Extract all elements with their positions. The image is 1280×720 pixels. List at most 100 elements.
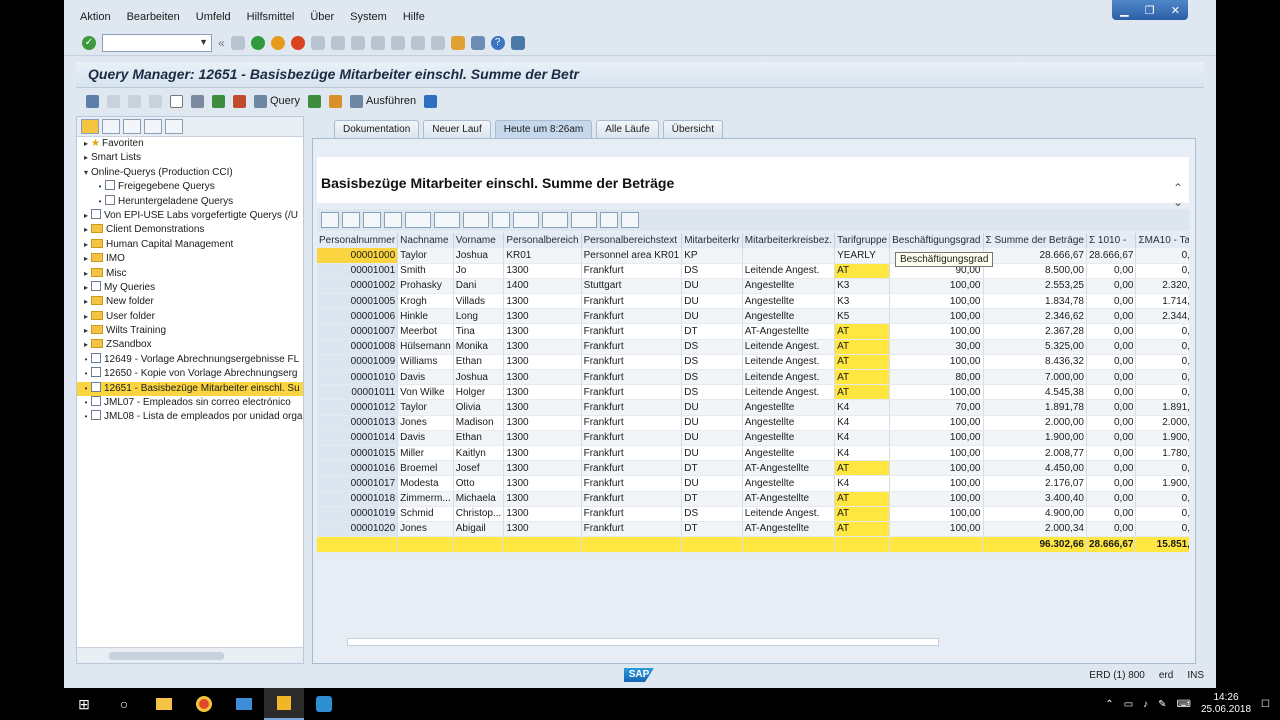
- table-cell[interactable]: AT-Angestellte: [742, 491, 836, 507]
- column-header[interactable]: Personalbereich: [503, 233, 582, 248]
- table-cell[interactable]: 1300: [503, 308, 582, 325]
- table-cell[interactable]: 0,00: [1086, 308, 1137, 325]
- pencil-icon[interactable]: [233, 94, 246, 108]
- table-cell[interactable]: 7.000,00: [983, 369, 1087, 386]
- tree-item[interactable]: • JML08 - Lista de empleados por unidad o…: [77, 410, 303, 424]
- column-header[interactable]: Nachname: [397, 233, 454, 248]
- table-cell[interactable]: 1.900,0: [1135, 430, 1189, 446]
- table-cell[interactable]: 8.436,32: [983, 354, 1087, 371]
- table-cell[interactable]: 2.367,28: [983, 323, 1087, 340]
- last-page-icon[interactable]: [430, 35, 445, 50]
- binoculars-next-icon[interactable]: [123, 119, 141, 134]
- table-cell[interactable]: 0,0: [1135, 384, 1189, 401]
- tree-item[interactable]: ▸ ★ Favoriten: [77, 137, 303, 151]
- tree-expand-icon[interactable]: ▸: [81, 310, 91, 324]
- table-cell[interactable]: DU: [681, 293, 743, 310]
- table-cell[interactable]: AT: [834, 506, 891, 522]
- table-row[interactable]: 00001012 Taylor Olivia 1300 Frankfurt DU Anges…: [317, 399, 1189, 416]
- table-cell[interactable]: 1300: [503, 323, 582, 340]
- table-cell[interactable]: Broemel: [397, 460, 454, 477]
- table-cell[interactable]: Angestellte: [742, 399, 836, 416]
- table-cell[interactable]: Davis: [397, 430, 454, 446]
- table-cell[interactable]: Long: [453, 308, 505, 325]
- edit-icon[interactable]: [212, 94, 225, 108]
- table-cell[interactable]: 1.891,7: [1135, 399, 1189, 416]
- menu-hilfsmittel[interactable]: Hilfsmittel: [239, 8, 303, 28]
- table-cell[interactable]: DS: [681, 339, 743, 355]
- table-cell[interactable]: 00001018: [317, 491, 399, 507]
- table-row[interactable]: 00001019 Schmid Christop... 1300 Frankfurt DS…: [317, 506, 1189, 522]
- table-row[interactable]: 00001001 Smith Jo 1300 Frankfurt DS Leitende A…: [317, 263, 1189, 279]
- layout-icon[interactable]: [510, 35, 525, 50]
- next-page-icon[interactable]: [410, 35, 425, 50]
- chevron-down-icon[interactable]: ▼: [199, 37, 208, 47]
- menu-aktion[interactable]: Aktion: [72, 8, 119, 28]
- table-cell[interactable]: Frankfurt: [581, 491, 683, 507]
- download-icon[interactable]: [128, 94, 141, 108]
- table-cell[interactable]: 4.545,38: [983, 384, 1087, 401]
- table-cell[interactable]: DU: [681, 278, 743, 295]
- table-cell[interactable]: 00001020: [317, 521, 399, 538]
- export-icon[interactable]: [542, 212, 568, 228]
- column-header[interactable]: Mitarbeiterkreisbez.: [742, 233, 836, 248]
- collapse-icon[interactable]: [165, 119, 183, 134]
- table-cell[interactable]: 0,00: [1086, 384, 1137, 401]
- tree-expand-icon[interactable]: ▸: [81, 267, 91, 281]
- table-cell[interactable]: Madison: [453, 415, 505, 431]
- menu-umfeld[interactable]: Umfeld: [188, 8, 239, 28]
- tree-item[interactable]: ▸ Client Demonstrations: [77, 223, 303, 237]
- sort-descending-icon[interactable]: [363, 212, 381, 228]
- info-icon[interactable]: [621, 212, 639, 228]
- table-cell[interactable]: Frankfurt: [581, 369, 683, 386]
- tree-expand-icon[interactable]: ▾: [81, 166, 91, 180]
- table-cell[interactable]: Angestellte: [742, 475, 836, 492]
- table-row[interactable]: 00001007 Meerbot Tina 1300 Frankfurt DT AT-Ang…: [317, 323, 1189, 340]
- tree-item[interactable]: • 12650 - Kopie von Vorlage Abrechnungser…: [77, 367, 303, 381]
- table-cell[interactable]: 0,00: [1086, 475, 1137, 492]
- table-cell[interactable]: 100,00: [889, 415, 984, 431]
- table-cell[interactable]: Frankfurt: [581, 460, 683, 477]
- find-next-icon[interactable]: [350, 35, 365, 50]
- table-cell[interactable]: K4: [834, 399, 891, 416]
- table-cell[interactable]: 1300: [503, 460, 582, 477]
- table-cell[interactable]: Williams: [397, 354, 454, 371]
- column-header[interactable]: Σ Summe der Beträge: [983, 233, 1087, 248]
- tree-expand-icon[interactable]: ▸: [81, 238, 91, 252]
- table-cell[interactable]: 1300: [503, 354, 582, 371]
- table-cell[interactable]: DS: [681, 384, 743, 401]
- table-cell[interactable]: Jones: [397, 521, 454, 538]
- table-cell[interactable]: Angestellte: [742, 278, 836, 295]
- table-cell[interactable]: AT: [834, 491, 891, 507]
- column-header[interactable]: Beschäftigungsgrad: [889, 233, 984, 248]
- table-cell[interactable]: AT: [834, 354, 891, 371]
- column-header[interactable]: Personalnummer: [317, 233, 399, 248]
- table-cell[interactable]: Hülsemann: [397, 339, 454, 355]
- table-cell[interactable]: Taylor: [397, 248, 454, 264]
- table-cell[interactable]: Olivia: [453, 399, 505, 416]
- table-cell[interactable]: Angestellte: [742, 445, 836, 462]
- table-cell[interactable]: 1400: [503, 278, 582, 295]
- table-cell[interactable]: Frankfurt: [581, 430, 683, 446]
- execute-button[interactable]: Ausführen: [349, 94, 416, 108]
- table-cell[interactable]: 0,00: [1086, 491, 1137, 507]
- table-cell[interactable]: 0,00: [1086, 263, 1137, 279]
- table-cell[interactable]: AT: [834, 384, 891, 401]
- table-cell[interactable]: YEARLY: [834, 248, 891, 264]
- table-cell[interactable]: AT: [834, 521, 891, 538]
- table-cell[interactable]: 00001009: [317, 354, 399, 371]
- tab-alle-laeufe[interactable]: Alle Läufe: [596, 120, 659, 138]
- column-header[interactable]: ΣMA10 - Tari: [1135, 233, 1189, 248]
- table-cell[interactable]: Jo: [453, 263, 505, 279]
- column-header[interactable]: Σ 1010 -: [1086, 233, 1137, 248]
- table-cell[interactable]: 00001019: [317, 506, 399, 522]
- chrome-icon[interactable]: [184, 688, 224, 720]
- tree-expand-icon[interactable]: ▸: [81, 338, 91, 352]
- tree-item[interactable]: ▸ Smart Lists: [77, 151, 303, 165]
- table-cell[interactable]: 4.450,00: [983, 460, 1087, 477]
- table-cell[interactable]: 0,00: [1086, 415, 1137, 431]
- exit-icon[interactable]: [270, 35, 285, 50]
- new-session-icon[interactable]: [450, 35, 465, 50]
- table-cell[interactable]: 2.008,77: [983, 445, 1087, 462]
- table-cell[interactable]: Jones: [397, 415, 454, 431]
- table-cell[interactable]: Frankfurt: [581, 445, 683, 462]
